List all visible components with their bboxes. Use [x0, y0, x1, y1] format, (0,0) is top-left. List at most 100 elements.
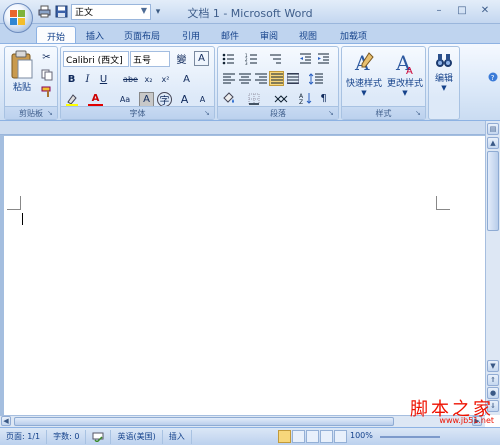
text-cursor — [22, 213, 23, 225]
change-styles-button[interactable]: AA 更改样式 ▼ — [385, 50, 425, 97]
font-name-select[interactable]: Calibri (西文] — [63, 51, 129, 67]
cut-icon[interactable]: ✂ — [39, 50, 54, 65]
paragraph-group-label: 段落 — [218, 106, 338, 119]
italic-button[interactable]: I — [80, 72, 95, 87]
font-group: Calibri (西文] 五号 變 A B I U abe x₂ x² A A … — [60, 46, 215, 120]
line-spacing-icon[interactable] — [308, 71, 323, 86]
help-icon[interactable]: ? — [488, 72, 498, 82]
show-marks-icon[interactable]: ¶ — [316, 91, 331, 106]
increase-indent-icon[interactable] — [316, 51, 331, 66]
bold-button[interactable]: B — [64, 72, 79, 87]
format-painter-icon[interactable] — [39, 84, 54, 99]
multilevel-list-icon[interactable] — [268, 51, 283, 66]
underline-button[interactable]: U — [96, 72, 111, 87]
outline-view-icon[interactable] — [320, 430, 333, 443]
quick-styles-label: 快速样式 — [345, 79, 382, 89]
copy-icon[interactable] — [39, 67, 54, 82]
zoom-slider[interactable] — [380, 436, 440, 438]
tab-insert[interactable]: 插入 — [76, 26, 114, 44]
distributed-icon[interactable] — [285, 71, 300, 86]
scroll-thumb[interactable] — [487, 151, 499, 231]
chinese-layout-icon[interactable] — [273, 91, 288, 106]
tab-review[interactable]: 审阅 — [250, 26, 288, 44]
tab-references[interactable]: 引用 — [172, 26, 210, 44]
editing-button[interactable]: 编辑 ▼ — [430, 51, 458, 92]
paste-button[interactable]: 粘贴 — [8, 50, 36, 93]
insert-mode-indicator[interactable]: 插入 — [163, 429, 192, 444]
bullets-icon[interactable] — [221, 51, 236, 66]
close-button[interactable]: ✕ — [474, 2, 496, 18]
align-left-icon[interactable] — [221, 71, 236, 86]
paste-label: 粘贴 — [12, 83, 31, 93]
shading-icon[interactable] — [221, 91, 236, 106]
ruler-toggle-icon[interactable]: ▤ — [487, 123, 499, 135]
tab-home[interactable]: 开始 — [36, 26, 77, 44]
title-bar: 正文 ▼ ▾ 文档 1 - Microsoft Word – □ ✕ — [0, 0, 500, 24]
ruler-strip — [0, 121, 500, 135]
document-page[interactable] — [4, 136, 485, 415]
proofing-icon[interactable] — [86, 429, 112, 444]
chevron-down-icon: ▼ — [402, 89, 408, 97]
font-launcher-icon[interactable]: ↘ — [204, 109, 212, 118]
change-styles-label: 更改样式 — [386, 79, 423, 89]
maximize-button[interactable]: □ — [451, 2, 473, 18]
zoom-level[interactable]: 100% — [350, 431, 373, 440]
font-size-select[interactable]: 五号 — [130, 51, 170, 67]
clear-formatting-button[interactable]: A — [179, 72, 194, 87]
numbering-icon[interactable]: 123 — [244, 51, 259, 66]
watermark-url: www.jb51.net — [439, 416, 494, 425]
styles-launcher-icon[interactable]: ↘ — [415, 109, 423, 118]
tab-view[interactable]: 视图 — [289, 26, 327, 44]
clipboard-launcher-icon[interactable]: ↘ — [47, 109, 55, 118]
enclose-characters-icon[interactable]: A — [194, 51, 209, 66]
horizontal-scroll-thumb[interactable] — [14, 417, 394, 426]
margin-corner-right — [436, 196, 450, 210]
previous-page-button[interactable]: ⇑ — [487, 374, 499, 386]
align-right-icon[interactable] — [253, 71, 268, 86]
superscript-button[interactable]: x² — [158, 72, 173, 87]
svg-text:Z: Z — [299, 99, 303, 105]
styles-group-label: 样式 — [342, 106, 425, 119]
tab-addins[interactable]: 加载项 — [330, 26, 377, 44]
full-screen-reading-view-icon[interactable] — [292, 430, 305, 443]
phonetic-guide-icon[interactable]: 變 — [174, 51, 189, 66]
office-button[interactable] — [3, 3, 33, 33]
decrease-indent-icon[interactable] — [298, 51, 313, 66]
word-count[interactable]: 字数: 0 — [47, 429, 87, 444]
scroll-up-button[interactable]: ▲ — [487, 137, 499, 149]
editing-label: 编辑 — [434, 74, 453, 84]
paragraph-launcher-icon[interactable]: ↘ — [328, 109, 336, 118]
minimize-button[interactable]: – — [428, 2, 450, 18]
shrink-font-button[interactable]: A — [195, 92, 210, 107]
justify-icon[interactable] — [269, 71, 284, 86]
vertical-scrollbar[interactable]: ▤ ▲ ▼ ⇑ ● ⇓ — [485, 121, 500, 415]
tab-mailings[interactable]: 邮件 — [211, 26, 249, 44]
borders-icon[interactable] — [246, 91, 261, 106]
page-count[interactable]: 页面: 1/1 — [0, 429, 48, 444]
grow-font-button[interactable]: A — [177, 92, 192, 107]
draft-view-icon[interactable] — [334, 430, 347, 443]
chevron-down-icon: ▼ — [441, 84, 447, 92]
svg-text:3: 3 — [245, 61, 248, 65]
svg-text:A: A — [406, 66, 413, 76]
subscript-button[interactable]: x₂ — [141, 72, 156, 87]
quick-styles-button[interactable]: A 快速样式 ▼ — [344, 50, 384, 97]
window-title: 文档 1 - Microsoft Word — [187, 7, 313, 20]
web-layout-view-icon[interactable] — [306, 430, 319, 443]
change-case-button[interactable]: Aa — [114, 92, 136, 107]
enclose-circle-icon[interactable]: 字 — [157, 92, 172, 107]
print-layout-view-icon[interactable] — [278, 430, 291, 443]
language-indicator[interactable]: 英语(美国) — [111, 429, 163, 444]
office-logo-icon — [10, 10, 26, 26]
character-shading-button[interactable]: A — [139, 92, 154, 107]
align-center-icon[interactable] — [237, 71, 252, 86]
strikethrough-button[interactable]: abe — [123, 72, 138, 87]
binoculars-icon — [436, 54, 452, 67]
scroll-down-button[interactable]: ▼ — [487, 360, 499, 372]
tab-page-layout[interactable]: 页面布局 — [114, 26, 170, 44]
highlight-color-icon[interactable] — [64, 92, 79, 107]
sort-icon[interactable]: AZ — [298, 91, 313, 106]
change-styles-icon: AA — [395, 51, 413, 76]
font-color-button[interactable]: A — [88, 92, 103, 107]
scroll-left-button[interactable]: ◀ — [1, 416, 11, 426]
